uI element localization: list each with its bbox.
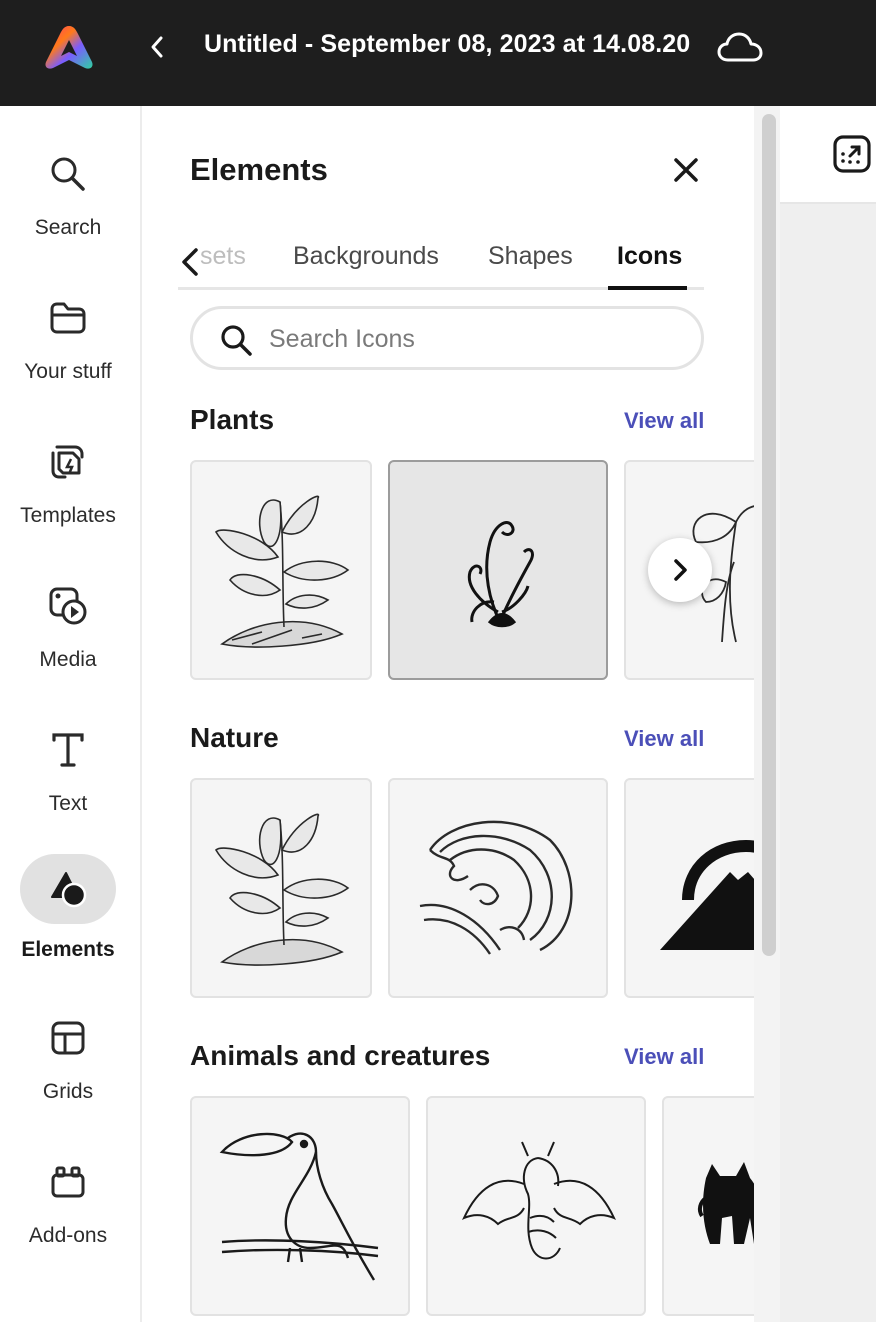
icon-card-ocean-wave[interactable]	[388, 778, 608, 998]
adobe-express-logo[interactable]	[44, 24, 94, 70]
left-sidebar: Search Your stuff Templates Media Text E…	[0, 106, 142, 1322]
view-all-animals-link[interactable]: View all	[624, 1044, 704, 1070]
sidebar-item-label: Elements	[21, 938, 115, 961]
chevron-left-icon	[151, 36, 163, 58]
panel-scrollbar-thumb[interactable]	[762, 114, 776, 956]
mountain-sun-icon	[660, 839, 754, 950]
sidebar-item-media[interactable]: Media	[0, 578, 136, 708]
section-title-nature: Nature	[190, 722, 279, 753]
addons-icon	[51, 1166, 85, 1198]
sidebar-item-label: Your stuff	[24, 360, 112, 383]
icon-card-dragon[interactable]	[426, 1096, 646, 1316]
sidebar-item-label: Search	[34, 216, 102, 239]
back-button[interactable]	[142, 32, 172, 62]
top-bar: Untitled - September 08, 2023 at 14.08.2…	[0, 0, 876, 106]
black-cat-icon	[697, 1162, 754, 1244]
icon-card-mountain-sun[interactable]	[624, 778, 754, 998]
sidebar-item-label: Templates	[20, 504, 116, 527]
dragon-icon	[461, 1141, 617, 1260]
close-icon[interactable]	[668, 152, 704, 188]
icon-card-toucan[interactable]	[190, 1096, 410, 1316]
search-icon	[51, 157, 85, 191]
tab-shapes[interactable]: Shapes	[488, 242, 573, 271]
icon-card-plant-sprout[interactable]	[190, 778, 372, 998]
chevron-left-icon[interactable]	[178, 244, 202, 280]
folder-icon	[50, 302, 86, 334]
active-tab-indicator	[608, 286, 687, 290]
elements-panel: Elements sets Backgrounds Shapes Icons P…	[142, 106, 754, 1322]
ornamental-plant-icon	[467, 521, 534, 628]
section-title-plants: Plants	[190, 404, 275, 435]
document-title[interactable]: Untitled - September 08, 2023 at 14.08.2…	[204, 30, 690, 59]
carousel-next-button[interactable]	[648, 538, 712, 602]
sidebar-item-label: Text	[48, 792, 88, 815]
panel-title: Elements	[190, 152, 328, 187]
sidebar-item-elements[interactable]: Elements	[20, 854, 116, 984]
text-icon	[52, 733, 84, 767]
tab-icons[interactable]: Icons	[617, 242, 682, 271]
view-all-nature-link[interactable]: View all	[624, 726, 704, 752]
chevron-right-icon	[674, 559, 687, 581]
media-icon	[49, 587, 87, 625]
search-bar[interactable]	[190, 306, 704, 370]
category-tabs: sets Backgrounds Shapes Icons	[178, 236, 704, 290]
tab-backgrounds[interactable]: Backgrounds	[293, 242, 439, 271]
icon-card-ornamental-plant[interactable]	[388, 460, 608, 680]
search-input[interactable]	[269, 319, 669, 359]
resize-icon[interactable]	[832, 134, 872, 174]
sidebar-item-grids[interactable]: Grids	[0, 1010, 136, 1140]
sidebar-item-label: Add-ons	[28, 1224, 108, 1247]
icon-card-black-cat[interactable]	[662, 1096, 754, 1316]
templates-icon	[51, 445, 84, 479]
plant-sprout-icon	[214, 813, 350, 966]
elements-icon	[51, 872, 87, 908]
sidebar-item-text[interactable]: Text	[0, 722, 136, 852]
sidebar-item-templates[interactable]: Templates	[0, 434, 136, 564]
sidebar-item-your-stuff[interactable]: Your stuff	[0, 290, 136, 420]
ocean-wave-icon	[419, 820, 573, 955]
view-all-plants-link[interactable]: View all	[624, 408, 704, 434]
search-icon	[221, 325, 252, 356]
grid-icon	[51, 1021, 85, 1055]
sidebar-item-add-ons[interactable]: Add-ons	[0, 1154, 136, 1284]
sidebar-item-label: Media	[39, 648, 97, 671]
toucan-icon	[219, 1132, 379, 1281]
section-title-animals: Animals and creatures	[190, 1040, 491, 1071]
tab-presets[interactable]: sets	[200, 242, 246, 271]
icon-card-plant-sprout[interactable]	[190, 460, 372, 680]
canvas-area[interactable]	[780, 106, 876, 1322]
plant-sprout-icon	[214, 495, 350, 648]
sidebar-item-search[interactable]: Search	[0, 146, 136, 276]
sidebar-item-label: Grids	[42, 1080, 94, 1103]
cloud-icon[interactable]	[716, 28, 764, 68]
